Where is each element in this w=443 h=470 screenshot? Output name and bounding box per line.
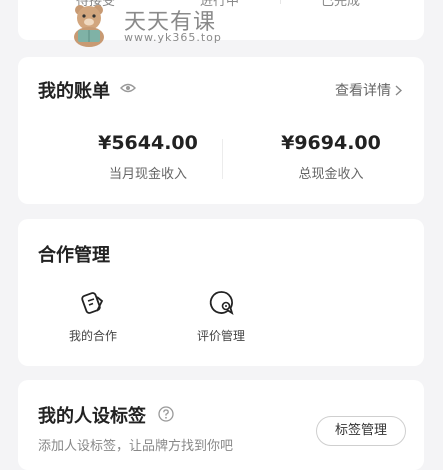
total-income-amount: ¥9694.00: [281, 132, 381, 154]
help-icon[interactable]: [158, 406, 174, 422]
tab-pending[interactable]: 待接受: [76, 0, 115, 9]
persona-tags-description: 添加人设标签，让品牌方找到你吧: [38, 439, 234, 454]
cooperation-card: 合作管理 我的合作 评价管理: [18, 219, 424, 366]
monthly-income-label: 当月现金收入: [108, 167, 187, 182]
chevron-right-icon: [395, 84, 402, 96]
my-cooperation-button[interactable]: 我的合作: [48, 289, 138, 344]
eye-icon[interactable]: [120, 83, 136, 93]
persona-tags-card: 我的人设标签 添加人设标签，让品牌方找到你吧 标签管理: [18, 380, 424, 470]
monthly-income-amount: ¥5644.00: [98, 132, 198, 154]
view-details-label: 查看详情: [335, 83, 391, 99]
review-management-label: 评价管理: [196, 329, 245, 343]
cooperation-title: 合作管理: [38, 245, 110, 266]
review-management-button[interactable]: 评价管理: [176, 289, 266, 344]
persona-tags-title: 我的人设标签: [38, 406, 146, 427]
tab-completed[interactable]: 已完成: [321, 0, 360, 9]
bill-title: 我的账单: [38, 81, 110, 102]
divider: [222, 139, 223, 179]
review-icon: [209, 291, 234, 316]
my-cooperation-label: 我的合作: [68, 329, 117, 343]
bill-card: 我的账单 查看详情 ¥5644.00 当月现金收入 ¥9694.00 总现金收入: [18, 57, 424, 204]
cooperation-icon: [81, 292, 104, 314]
tag-management-button[interactable]: 标签管理: [316, 416, 406, 446]
total-income-label: 总现金收入: [298, 167, 364, 182]
view-details-link[interactable]: 查看详情: [335, 80, 402, 100]
order-status-card: 待接受 进行中 已完成: [18, 0, 424, 40]
tab-in-progress[interactable]: 进行中: [200, 0, 239, 9]
divider: [280, 0, 281, 4]
